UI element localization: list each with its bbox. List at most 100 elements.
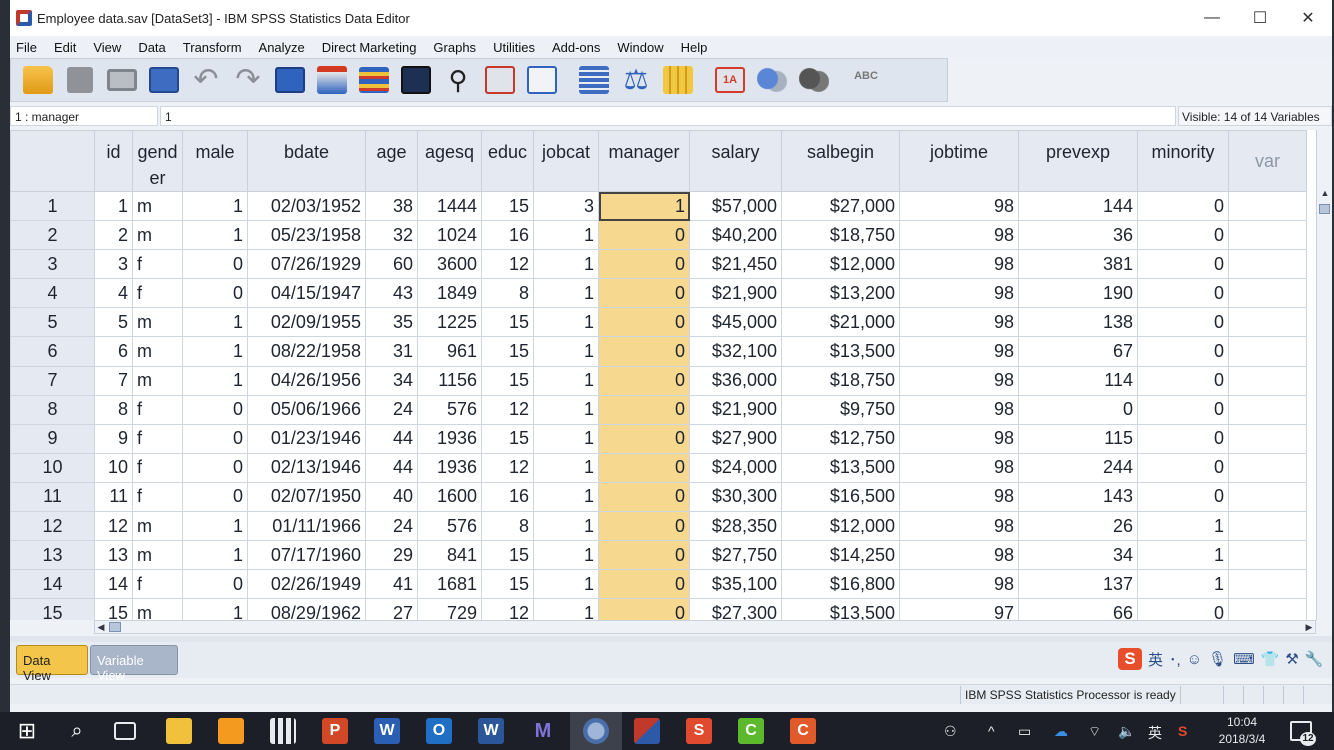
ime-settings-icon[interactable]: 🔧	[1305, 650, 1324, 668]
cell-gend-er[interactable]: m	[132, 220, 183, 251]
cell-jobtime[interactable]: 98	[899, 452, 1019, 483]
cell-manager[interactable]: 0	[598, 394, 690, 425]
use-variable-sets-icon[interactable]	[755, 63, 789, 97]
cell-agesq[interactable]: 1600	[417, 481, 482, 513]
cell-jobcat[interactable]: 1	[533, 598, 599, 620]
vertical-scrollbar[interactable]: ▲	[1316, 130, 1332, 620]
cell-jobtime[interactable]: 98	[899, 190, 1019, 222]
ime-keyboard-icon[interactable]: ⌨	[1233, 650, 1255, 668]
weight-cases-icon[interactable]: ⚖	[619, 63, 653, 97]
variables-icon[interactable]	[357, 63, 391, 97]
cell-jobcat[interactable]: 1	[533, 307, 599, 338]
cell-prevexp[interactable]: 66	[1018, 598, 1138, 620]
cell-id[interactable]: 10	[94, 452, 133, 483]
cell-bdate[interactable]: 07/26/1929	[247, 249, 366, 280]
cell-jobcat[interactable]: 1	[533, 540, 599, 571]
cell-jobtime[interactable]: 98	[899, 278, 1019, 309]
word-document-icon[interactable]: W	[374, 718, 400, 744]
cell-salbegin[interactable]: $13,200	[781, 278, 900, 309]
cell-id[interactable]: 2	[94, 220, 133, 251]
cell-salary[interactable]: $35,100	[689, 569, 782, 600]
column-header-id[interactable]: id	[94, 130, 133, 192]
cell-prevexp[interactable]: 114	[1018, 365, 1138, 396]
cell-educ[interactable]: 15	[481, 365, 534, 396]
cell-jobcat[interactable]: 1	[533, 365, 599, 396]
cell-id[interactable]: 12	[94, 511, 133, 542]
cell-prevexp[interactable]: 138	[1018, 307, 1138, 338]
cell-salbegin[interactable]: $16,500	[781, 481, 900, 513]
goto-case-icon[interactable]	[273, 63, 307, 97]
menu-view[interactable]: View	[93, 40, 121, 55]
value-labels-icon[interactable]: 1A	[713, 63, 747, 97]
cell-bdate[interactable]: 02/26/1949	[247, 569, 366, 600]
print-icon[interactable]	[105, 63, 139, 97]
cell-minority[interactable]: 0	[1137, 307, 1229, 338]
cell-id[interactable]: 14	[94, 569, 133, 600]
cell-id[interactable]: 4	[94, 278, 133, 309]
cell-manager[interactable]: 0	[598, 365, 690, 396]
calculator-icon[interactable]	[270, 718, 296, 744]
cell-salary[interactable]: $32,100	[689, 336, 782, 367]
cell-agesq[interactable]: 1024	[417, 220, 482, 251]
cell-id[interactable]: 13	[94, 540, 133, 571]
column-header-agesq[interactable]: agesq	[417, 130, 482, 192]
cell-jobcat[interactable]: 1	[533, 249, 599, 280]
column-header-var[interactable]: var	[1228, 130, 1307, 192]
cell-salbegin[interactable]: $12,750	[781, 423, 900, 454]
cell-prevexp[interactable]: 244	[1018, 452, 1138, 483]
cell-agesq[interactable]: 841	[417, 540, 482, 571]
column-header-salbegin[interactable]: salbegin	[781, 130, 900, 192]
spell-check-icon[interactable]: ABC	[849, 63, 883, 97]
cell-bdate[interactable]: 02/03/1952	[247, 190, 366, 222]
cell-id[interactable]: 7	[94, 365, 133, 396]
cell-minority[interactable]: 0	[1137, 278, 1229, 309]
onedrive-icon[interactable]: ☁	[1054, 723, 1068, 740]
cell-salary[interactable]: $30,300	[689, 481, 782, 513]
cell-educ[interactable]: 15	[481, 190, 534, 222]
cell-jobcat[interactable]: 1	[533, 569, 599, 600]
cell-var-empty[interactable]	[1228, 540, 1307, 571]
cell-manager[interactable]: 0	[598, 220, 690, 251]
menu-window[interactable]: Window	[617, 40, 663, 55]
cell-age[interactable]: 34	[365, 365, 418, 396]
cell-var-empty[interactable]	[1228, 598, 1307, 620]
save-icon[interactable]	[63, 63, 97, 97]
cell-salbegin[interactable]: $18,750	[781, 220, 900, 251]
cell-var-empty[interactable]	[1228, 569, 1307, 600]
cell-male[interactable]: 1	[182, 336, 248, 367]
cell-agesq[interactable]: 3600	[417, 249, 482, 280]
cell-manager[interactable]: 0	[598, 569, 690, 600]
task-view-icon[interactable]	[114, 722, 136, 740]
cell-jobtime[interactable]: 98	[899, 336, 1019, 367]
cell-var-empty[interactable]	[1228, 336, 1307, 367]
ime-punctuation-icon[interactable]: ･,	[1169, 649, 1181, 670]
cell-male[interactable]: 1	[182, 540, 248, 571]
cell-educ[interactable]: 15	[481, 307, 534, 338]
find-icon[interactable]: ⚲	[441, 63, 475, 97]
cell-jobcat[interactable]: 1	[533, 336, 599, 367]
cell-male[interactable]: 0	[182, 249, 248, 280]
cell-educ[interactable]: 16	[481, 481, 534, 513]
cell-minority[interactable]: 0	[1137, 423, 1229, 454]
spss-viewer-task-icon[interactable]	[634, 718, 660, 744]
dialog-recall-icon[interactable]	[147, 63, 181, 97]
cell-jobtime[interactable]: 98	[899, 307, 1019, 338]
speaker-icon[interactable]: 🔈	[1118, 723, 1135, 740]
cell-manager[interactable]: 0	[598, 336, 690, 367]
vertical-scroll-thumb[interactable]	[1319, 204, 1330, 214]
cell-male[interactable]: 0	[182, 278, 248, 309]
cell-agesq[interactable]: 961	[417, 336, 482, 367]
grid-corner[interactable]	[10, 130, 95, 192]
cell-manager[interactable]: 0	[598, 278, 690, 309]
cell-salbegin[interactable]: $12,000	[781, 249, 900, 280]
cell-minority[interactable]: 0	[1137, 452, 1229, 483]
cell-age[interactable]: 43	[365, 278, 418, 309]
row-header[interactable]: 11	[10, 481, 95, 513]
cell-salbegin[interactable]: $21,000	[781, 307, 900, 338]
cell-var-empty[interactable]	[1228, 249, 1307, 280]
insert-variable-icon[interactable]	[525, 63, 559, 97]
cell-age[interactable]: 35	[365, 307, 418, 338]
row-header[interactable]: 7	[10, 365, 95, 396]
menu-graphs[interactable]: Graphs	[433, 40, 476, 55]
cell-bdate[interactable]: 07/17/1960	[247, 540, 366, 571]
